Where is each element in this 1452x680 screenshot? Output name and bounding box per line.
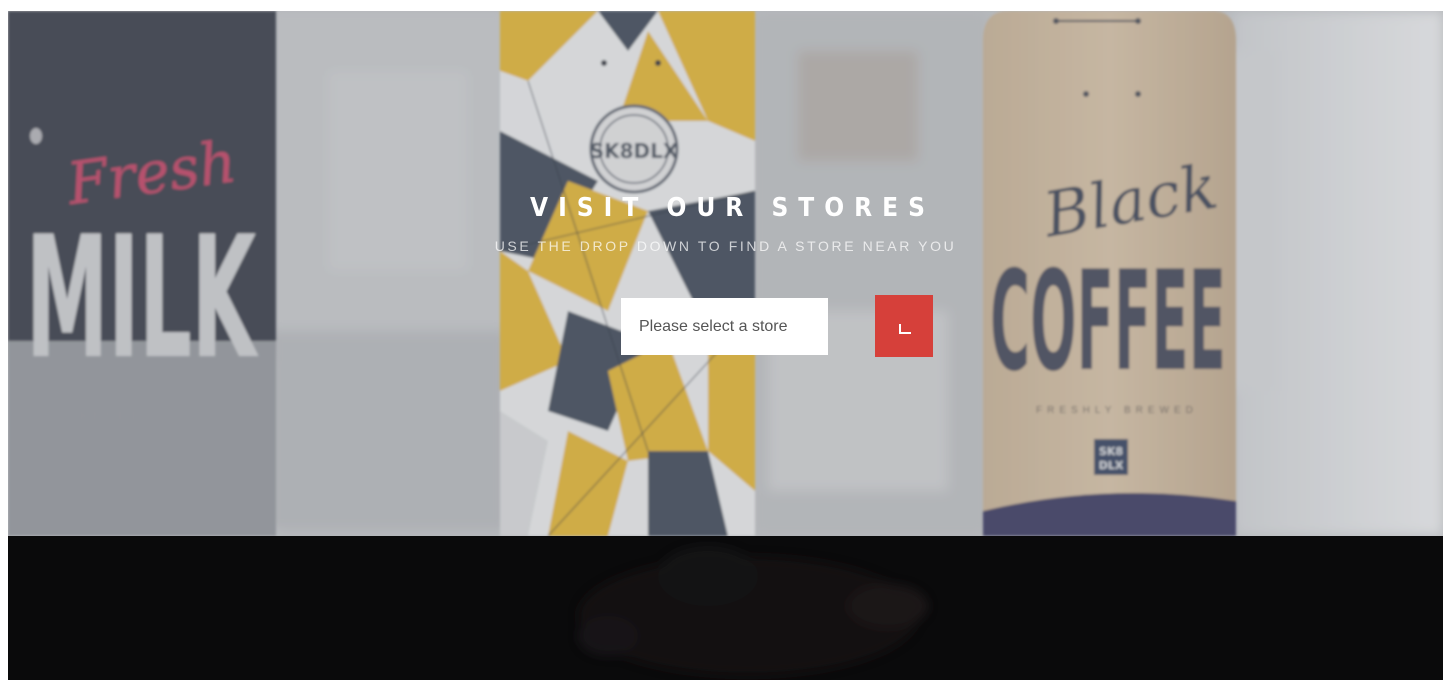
corner-arrow-icon bbox=[899, 324, 911, 334]
page: Fresh MILK FRESHLY SK8DLX Black COFFEE F… bbox=[0, 0, 1452, 680]
page-title: VISIT OUR STORES bbox=[530, 193, 935, 223]
store-select-placeholder: Please select a store bbox=[639, 317, 788, 335]
hero-section: Fresh MILK FRESHLY SK8DLX Black COFFEE F… bbox=[8, 11, 1443, 536]
go-button[interactable] bbox=[875, 295, 933, 357]
hero-content: VISIT OUR STORES USE THE DROP DOWN TO FI… bbox=[8, 11, 1443, 536]
store-select-dropdown[interactable]: Please select a store bbox=[621, 298, 828, 355]
dark-section bbox=[8, 536, 1443, 680]
page-subtitle: USE THE DROP DOWN TO FIND A STORE NEAR Y… bbox=[494, 238, 957, 254]
dark-section-background-image bbox=[8, 536, 1443, 680]
